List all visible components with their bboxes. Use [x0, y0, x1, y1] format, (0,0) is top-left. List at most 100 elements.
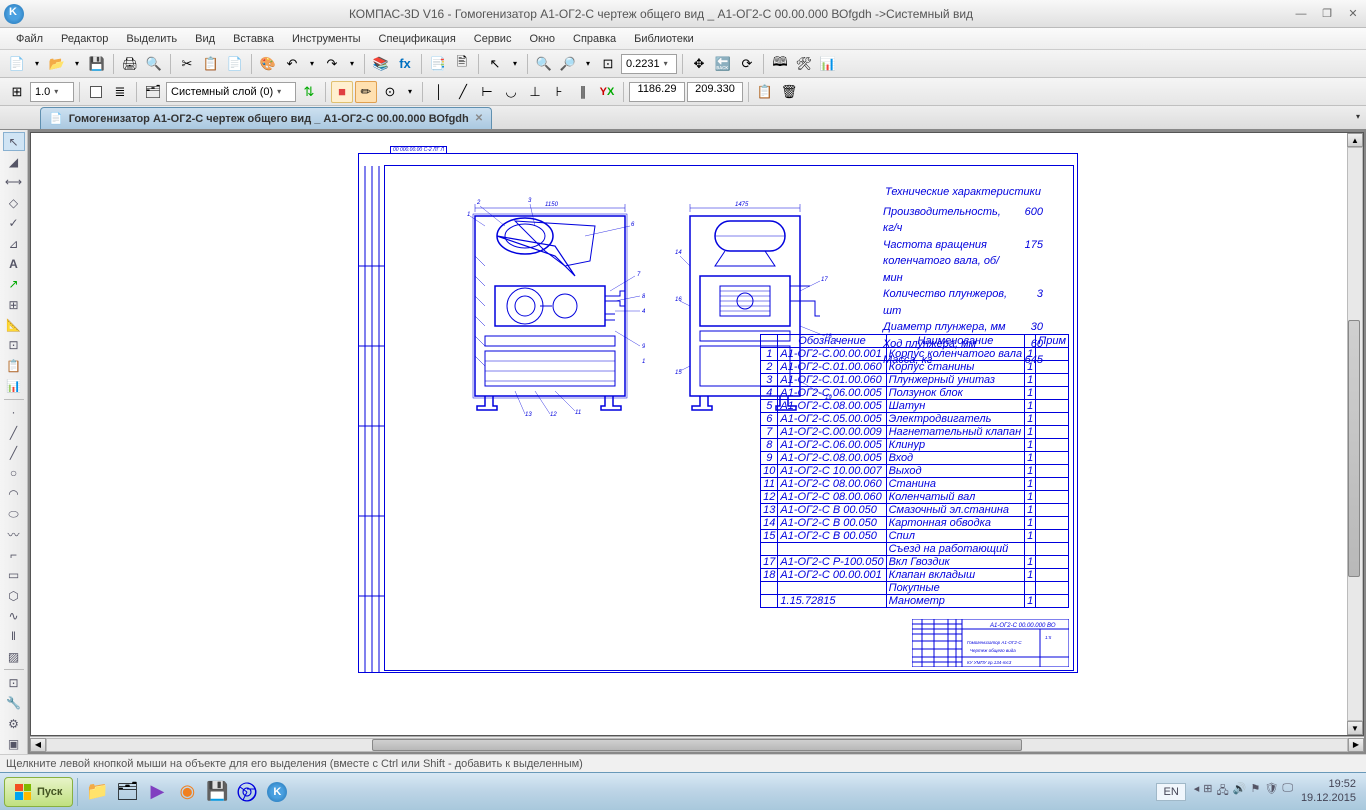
chamfer-tool[interactable]: ⌐ — [3, 545, 25, 564]
preview-button[interactable]: 🔍 — [143, 53, 165, 75]
formats-tool[interactable]: 🔧 — [3, 694, 25, 713]
explorer-icon[interactable]: 📁 — [82, 777, 112, 807]
grid-snap-button[interactable]: ⊞ — [6, 81, 28, 103]
line-tool[interactable]: ╱ — [3, 423, 25, 442]
layer-dropdown[interactable]: Системный слой (0)▾ — [166, 82, 296, 102]
zoom-dropdown[interactable]: ▾ — [581, 53, 595, 75]
redo-dropdown[interactable]: ▾ — [345, 53, 359, 75]
maximize-button[interactable]: ❐ — [1318, 5, 1336, 23]
caption-tool[interactable]: ◇ — [3, 193, 25, 212]
layers-button[interactable]: ≣ — [109, 81, 131, 103]
scroll-up-button[interactable]: ▲ — [1347, 133, 1363, 147]
ellipse-tool[interactable]: ⬭ — [3, 505, 25, 524]
geometry-tool[interactable]: ◢ — [3, 152, 25, 171]
layer-color-button[interactable] — [85, 81, 107, 103]
clipboard-button[interactable]: 🎨 — [257, 53, 279, 75]
measure-tool[interactable]: 📐 — [3, 315, 25, 334]
wmp-icon[interactable]: ◉ — [172, 777, 202, 807]
tray-display-icon[interactable]: 🖵 — [1282, 782, 1293, 801]
zoom-in-button[interactable]: 🔎 — [557, 53, 579, 75]
rect-tool[interactable]: ▭ — [3, 566, 25, 585]
menu-help[interactable]: Справка — [565, 31, 624, 47]
snap-button[interactable]: ⊙ — [379, 81, 401, 103]
menu-tools[interactable]: Инструменты — [284, 31, 369, 47]
start-button[interactable]: Пуск — [4, 777, 73, 807]
canvas[interactable]: 00 000.00.00 С-2 ЛГ Л 1150 — [30, 132, 1364, 736]
scale-dropdown[interactable]: 1.0▾ — [30, 82, 74, 102]
tray-volume-icon[interactable]: 🔊 — [1233, 782, 1247, 801]
hatch-tool[interactable]: ▨ — [3, 647, 25, 666]
pan-button[interactable]: ✥ — [688, 53, 710, 75]
tray-shield-icon[interactable]: 🛡 — [1264, 782, 1278, 801]
spec-tool[interactable]: 📋 — [3, 356, 25, 375]
variables-button[interactable]: fx — [394, 53, 416, 75]
snap-end-button[interactable]: ⊢ — [476, 81, 498, 103]
coord-y-field[interactable]: 209.330 — [687, 82, 743, 102]
new-doc-button[interactable]: 📄 — [6, 53, 28, 75]
arc-tool[interactable]: ◠ — [3, 484, 25, 503]
paste-button[interactable]: 📄 — [224, 53, 246, 75]
cursor-dropdown[interactable]: ▾ — [508, 53, 522, 75]
copy-button[interactable]: 📋 — [200, 53, 222, 75]
vertical-scrollbar[interactable]: ▲ ▼ — [1347, 133, 1363, 735]
redo-button[interactable]: ↷ — [321, 53, 343, 75]
perp-snap-button[interactable]: ⊦ — [548, 81, 570, 103]
roughness-tool[interactable]: ✓ — [3, 214, 25, 233]
cursor-arrow-icon[interactable]: ↖ — [484, 53, 506, 75]
language-indicator[interactable]: EN — [1156, 783, 1185, 801]
polygon-tool[interactable]: ⬡ — [3, 586, 25, 605]
refresh-button[interactable]: ⟳ — [736, 53, 758, 75]
new-dropdown-button[interactable]: ▾ — [30, 53, 44, 75]
horizontal-scrollbar[interactable]: ◀ ▶ — [30, 736, 1364, 752]
explorer2-icon[interactable]: 🗂 — [112, 777, 142, 807]
chrome-icon[interactable] — [232, 777, 262, 807]
trash-button[interactable]: 🗑 — [778, 81, 800, 103]
aux-line-tool[interactable]: ╱ — [3, 443, 25, 462]
tray-network-icon[interactable]: 🖧 — [1217, 782, 1229, 801]
diag-line-button[interactable]: ╱ — [452, 81, 474, 103]
menu-libraries[interactable]: Библиотеки — [626, 31, 702, 47]
minimize-button[interactable]: — — [1292, 5, 1310, 23]
zoom-prev-button[interactable]: 🔙 — [712, 53, 734, 75]
scroll-left-button[interactable]: ◀ — [30, 738, 46, 752]
menu-editor[interactable]: Редактор — [53, 31, 116, 47]
extra-button1[interactable]: 🕮 — [769, 53, 791, 75]
properties-button[interactable]: 📑 — [427, 53, 449, 75]
save-button[interactable]: 💾 — [86, 53, 108, 75]
xy-button[interactable]: YX — [596, 81, 618, 103]
parallel-button[interactable]: ∥ — [572, 81, 594, 103]
scroll-down-button[interactable]: ▼ — [1347, 721, 1363, 735]
extra-button2[interactable]: 🛠 — [793, 53, 815, 75]
equidist-tool[interactable]: ‖ — [3, 627, 25, 646]
close-button[interactable]: ✕ — [1344, 5, 1362, 23]
point-tool[interactable]: · — [3, 403, 25, 422]
circle-tool[interactable]: ○ — [3, 464, 25, 483]
macro-tool[interactable]: ▣ — [3, 734, 25, 753]
open-button[interactable]: 📂 — [46, 53, 68, 75]
menu-spec[interactable]: Спецификация — [371, 31, 464, 47]
open-dropdown-button[interactable]: ▾ — [70, 53, 84, 75]
delete-button[interactable]: 📋 — [754, 81, 776, 103]
cut-button[interactable]: ✂ — [176, 53, 198, 75]
layer-manager-button[interactable]: 🗂 — [142, 81, 164, 103]
zoom-fit-button[interactable]: 🔍 — [533, 53, 555, 75]
snap-mid-button[interactable]: ⊥ — [524, 81, 546, 103]
library-button[interactable]: 📚 — [370, 53, 392, 75]
menu-select[interactable]: Выделить — [118, 31, 185, 47]
menu-window[interactable]: Окно — [521, 31, 563, 47]
arc-snap-button[interactable]: ◡ — [500, 81, 522, 103]
dimension-tool[interactable]: ⟷ — [3, 173, 25, 192]
layer-arrows-icon[interactable]: ⇅ — [298, 81, 320, 103]
line-style-button[interactable]: │ — [428, 81, 450, 103]
edit-tool[interactable]: ↗ — [3, 275, 25, 294]
menu-view[interactable]: Вид — [187, 31, 223, 47]
views-tool[interactable]: ⊡ — [3, 336, 25, 355]
parametric-tool[interactable]: ⊞ — [3, 295, 25, 314]
close-tab-button[interactable]: ✕ — [475, 113, 483, 124]
document-tab-active[interactable]: 📄 Гомогенизатор А1-ОГ2-С чертеж общего в… — [40, 107, 492, 129]
stop-button[interactable]: ■ — [331, 81, 353, 103]
clock[interactable]: 19:52 19.12.2015 — [1301, 778, 1356, 804]
tray-flag-icon[interactable]: ⚑ — [1250, 782, 1260, 801]
menu-service[interactable]: Сервис — [466, 31, 520, 47]
tray-chevron-icon[interactable]: ◂ — [1194, 782, 1200, 801]
